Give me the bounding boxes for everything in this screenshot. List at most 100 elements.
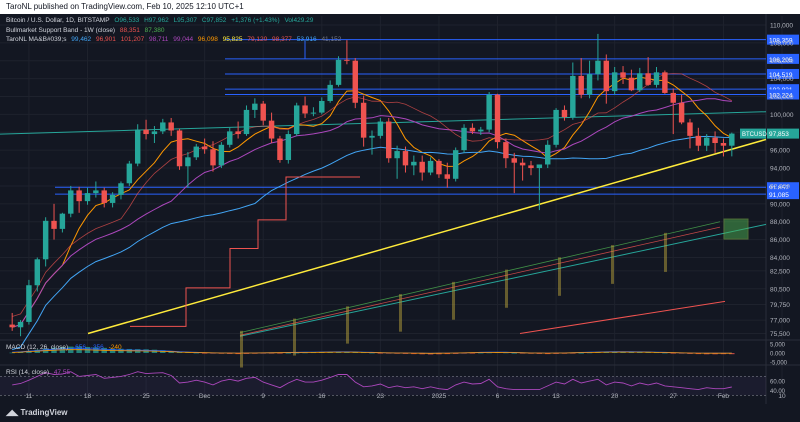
candle-body-60: [511, 158, 517, 163]
x-tick-label-3: Dec: [199, 393, 211, 400]
y-tick-label-9: 92,000: [770, 183, 790, 190]
candle-body-64: [545, 144, 551, 165]
candle-body-80: [678, 102, 685, 123]
x-tick-label-5: 16: [318, 393, 326, 400]
teal-channel-lower: [239, 223, 767, 337]
ma-value-9: 98,377: [272, 36, 292, 43]
ma-value-7: 95,825: [222, 36, 243, 43]
band-bar-5: [505, 269, 508, 308]
rsi-legend[interactable]: RSI (14, close) 47.55: [6, 368, 73, 377]
legend-line-3[interactable]: TaroNL MA&B#039;s 99,462 96,901 101,207 …: [6, 35, 344, 44]
candle-body-55: [469, 127, 476, 132]
y-tick-label-10: 90,000: [770, 201, 790, 208]
y-tick-label-13: 84,000: [770, 255, 790, 262]
red-ma-line: [519, 300, 726, 335]
macd-value-2: -356: [90, 344, 104, 351]
ma-line-red: [12, 73, 732, 317]
candle-body-66: [561, 109, 568, 118]
candle-body-82: [695, 135, 702, 146]
macd-y-label-0: 5,000: [770, 342, 786, 348]
candle-body-4: [42, 220, 49, 260]
high-value: H97,962: [144, 17, 169, 24]
candle-body-33: [285, 134, 292, 161]
candle-body-38: [327, 84, 333, 101]
x-tick-label-1: 18: [84, 393, 92, 400]
ma-value-11: 41,152: [321, 36, 342, 43]
macd-y-label-2: -5,000: [770, 361, 788, 367]
y-tick-label-3: 104,000: [770, 76, 794, 83]
legend-line-2[interactable]: Bullmarket Support Band - 1W (close) 88,…: [6, 26, 168, 35]
candle-body-53: [452, 150, 459, 179]
band-lower: [239, 226, 721, 336]
y-tick-label-8: 94,000: [770, 166, 790, 173]
candle-body-8: [76, 190, 82, 202]
rsi-y-label-0: 60.00: [770, 380, 786, 386]
candle-body-25: [218, 144, 225, 166]
candle-body-16: [143, 129, 149, 135]
candle-body-46: [394, 151, 400, 159]
rsi-title: RSI (14, close): [6, 369, 49, 376]
macd-legend[interactable]: MACD (12, 26, close) -656 -356 -240: [6, 343, 125, 352]
candle-body-9: [84, 193, 91, 202]
candle-body-23: [201, 146, 208, 150]
ma-value-10: 53,916: [296, 36, 317, 43]
bmsb-title: Bullmarket Support Band - 1W (close): [6, 27, 116, 34]
candle-body-48: [411, 161, 417, 166]
h-level-label-6: 91,085: [769, 192, 789, 199]
candle-body-57: [486, 94, 492, 130]
candle-body-63: [536, 164, 543, 169]
candle-body-14: [126, 163, 133, 184]
x-tick-label-0: 11: [26, 393, 33, 400]
candle-body-44: [377, 121, 384, 136]
candle-body-49: [419, 161, 425, 173]
candle-body-28: [243, 109, 250, 135]
macd-y-label-1: 0.000: [770, 352, 786, 358]
candle-body-20: [176, 130, 183, 167]
candle-body-75: [637, 73, 643, 91]
x-tick-label-4: 9: [261, 393, 265, 400]
x-tick-label-7: 2025: [432, 393, 447, 400]
candle-body-85: [720, 143, 727, 146]
close-value: C97,852: [201, 17, 227, 24]
legend-line-1[interactable]: Bitcoin / U.S. Dollar, 1D, BITSTAMP O96,…: [6, 16, 316, 25]
bmsb-value-2: 87,380: [144, 27, 165, 34]
y-tick-label-5: 100,000: [770, 112, 794, 119]
candle-body-30: [260, 103, 266, 121]
target-box: [723, 218, 749, 240]
candle-body-17: [151, 131, 158, 135]
candle-body-2: [26, 285, 32, 322]
candle-body-72: [611, 72, 618, 92]
candle-body-45: [386, 121, 392, 159]
macd-hist-bar-33: [285, 353, 292, 354]
candle-body-81: [687, 122, 693, 136]
candle-body-1: [17, 321, 24, 328]
candle-body-31: [268, 120, 275, 139]
candle-body-59: [503, 142, 509, 159]
y-tick-label-18: 75,500: [770, 331, 790, 338]
chart-root: 108,359106,205104,519102,821102,22491,85…: [0, 0, 800, 422]
candle-body-11: [101, 190, 107, 203]
candle-body-40: [344, 59, 350, 61]
candle-body-65: [553, 109, 559, 145]
x-tick-label-13: 10: [778, 393, 786, 400]
band-bar-2: [346, 306, 349, 344]
macd-value-3: -240: [108, 344, 122, 351]
candle-body-7: [68, 190, 74, 214]
candle-body-43: [369, 135, 375, 138]
candle-body-68: [578, 75, 584, 95]
publish-text: TaroNL published on TradingView.com, Feb…: [6, 2, 244, 11]
change-value: +1,376 (+1.43%): [231, 17, 280, 24]
open-value: O96,533: [114, 17, 140, 24]
candle-body-5: [51, 220, 57, 229]
ma-value-2: 96,901: [95, 36, 116, 43]
x-tick-label-10: 20: [611, 393, 619, 400]
volume-value: Vol429.29: [284, 17, 314, 24]
candle-body-6: [59, 213, 66, 229]
candle-body-79: [670, 92, 676, 103]
candle-body-35: [302, 105, 308, 114]
candle-body-36: [310, 112, 317, 114]
y-tick-label-1: 108,000: [770, 40, 794, 47]
bmsb-value-1: 88,351: [119, 27, 140, 34]
x-tick-label-2: 25: [142, 393, 150, 400]
rsi-value: 47.55: [53, 369, 71, 376]
